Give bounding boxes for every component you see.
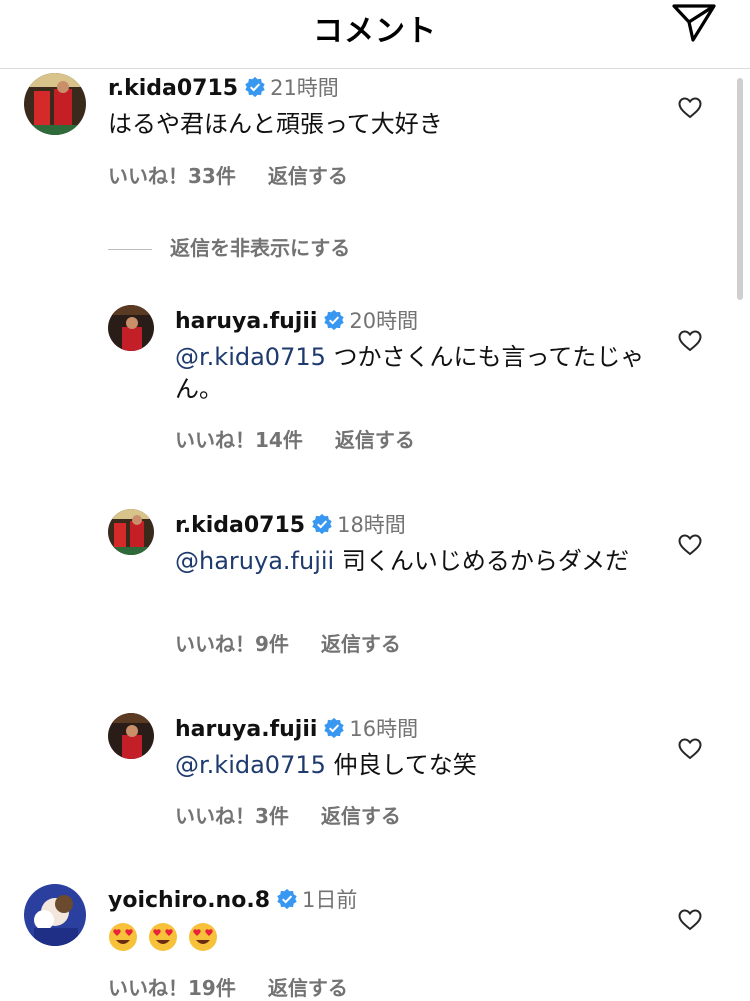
mention-link[interactable]: @r.kida0715 xyxy=(175,343,326,371)
reply-button[interactable]: 返信する xyxy=(268,976,348,1000)
like-heart-icon[interactable] xyxy=(678,738,702,760)
like-heart-icon[interactable] xyxy=(678,534,702,556)
reply-button[interactable]: 返信する xyxy=(335,428,415,452)
reply-button[interactable]: 返信する xyxy=(321,632,401,656)
timestamp: 16時間 xyxy=(349,717,419,741)
like-heart-icon[interactable] xyxy=(678,330,702,352)
like-count[interactable]: いいね！9件 xyxy=(175,632,289,656)
username[interactable]: r.kida0715 xyxy=(175,513,305,538)
avatar[interactable] xyxy=(108,713,154,759)
comment-body: 仲良してな笑 xyxy=(325,751,477,779)
comment-meta: yoichiro.no.8 1日前 xyxy=(108,884,357,914)
like-heart-icon[interactable] xyxy=(678,97,702,119)
like-count-value: 19件 xyxy=(188,976,236,1000)
mention-link[interactable]: @r.kida0715 xyxy=(175,751,326,779)
username[interactable]: haruya.fujii xyxy=(175,309,317,334)
avatar[interactable] xyxy=(108,305,154,351)
timestamp: 18時間 xyxy=(337,513,406,537)
header: コメント xyxy=(0,0,750,69)
comment-actions: いいね！14件 返信する xyxy=(175,424,415,453)
like-prefix: いいね！ xyxy=(108,164,188,188)
like-count-value: 3件 xyxy=(255,804,289,828)
verified-badge-icon xyxy=(277,888,297,910)
mention-link[interactable]: @haruya.fujii xyxy=(175,547,334,575)
like-heart-icon[interactable] xyxy=(678,909,702,931)
avatar[interactable] xyxy=(108,509,154,555)
comment-actions: いいね！33件 返信する xyxy=(108,160,348,189)
comment-actions: いいね！3件 返信する xyxy=(175,800,401,829)
verified-badge-icon xyxy=(245,76,265,98)
like-count-value: 14件 xyxy=(255,428,303,452)
reply-button[interactable]: 返信する xyxy=(321,804,401,828)
comment-actions: いいね！19件 返信する xyxy=(108,972,348,1001)
like-count[interactable]: いいね！3件 xyxy=(175,804,289,828)
hide-replies-button[interactable]: 返信を非表示にする xyxy=(108,232,350,261)
divider xyxy=(108,249,152,250)
comment-meta: r.kida0715 21時間 xyxy=(108,72,339,102)
timestamp: 1日前 xyxy=(302,888,358,912)
comment-text: @r.kida0715 仲良してな笑 xyxy=(175,749,645,781)
comment-meta: haruya.fujii 16時間 xyxy=(175,713,418,743)
like-prefix: いいね！ xyxy=(175,632,255,656)
verified-badge-icon xyxy=(324,717,345,739)
like-count-value: 33件 xyxy=(188,164,236,188)
scrollbar[interactable] xyxy=(737,78,743,300)
comment-text: @r.kida0715 つかさくんにも言ってたじゃん。 xyxy=(175,341,645,405)
like-prefix: いいね！ xyxy=(175,428,255,452)
comment-text: はるや君ほんと頑張って大好き xyxy=(108,108,443,140)
verified-badge-icon xyxy=(312,513,332,535)
avatar[interactable] xyxy=(24,73,86,135)
username[interactable]: haruya.fujii xyxy=(175,717,317,742)
avatar[interactable] xyxy=(24,884,86,946)
hide-replies-label: 返信を非表示にする xyxy=(170,236,351,260)
username[interactable]: r.kida0715 xyxy=(108,76,238,101)
page-title: コメント xyxy=(313,14,437,49)
verified-badge-icon xyxy=(324,309,345,331)
comment-meta: r.kida0715 18時間 xyxy=(175,509,406,539)
like-count-value: 9件 xyxy=(255,632,289,656)
like-count[interactable]: いいね！19件 xyxy=(108,976,236,1000)
comment-body: はるや君ほんと頑張って大好き xyxy=(108,110,443,138)
timestamp: 21時間 xyxy=(270,76,339,100)
send-icon[interactable] xyxy=(668,0,720,46)
comment-body: 司くんいじめるからダメだ xyxy=(334,547,630,575)
reply-button[interactable]: 返信する xyxy=(268,164,348,188)
username[interactable]: yoichiro.no.8 xyxy=(108,888,270,913)
comment-text: @haruya.fujii 司くんいじめるからダメだ xyxy=(175,545,645,577)
like-prefix: いいね！ xyxy=(108,976,188,1000)
comment-text xyxy=(108,920,228,952)
like-count[interactable]: いいね！33件 xyxy=(108,164,236,188)
like-prefix: いいね！ xyxy=(175,804,255,828)
like-count[interactable]: いいね！14件 xyxy=(175,428,303,452)
heart-eyes-emoji-icon xyxy=(149,923,177,951)
comment-actions: いいね！9件 返信する xyxy=(175,628,401,657)
heart-eyes-emoji-icon xyxy=(189,923,217,951)
comment-meta: haruya.fujii 20時間 xyxy=(175,305,418,335)
timestamp: 20時間 xyxy=(349,309,419,333)
heart-eyes-emoji-icon xyxy=(109,923,137,951)
